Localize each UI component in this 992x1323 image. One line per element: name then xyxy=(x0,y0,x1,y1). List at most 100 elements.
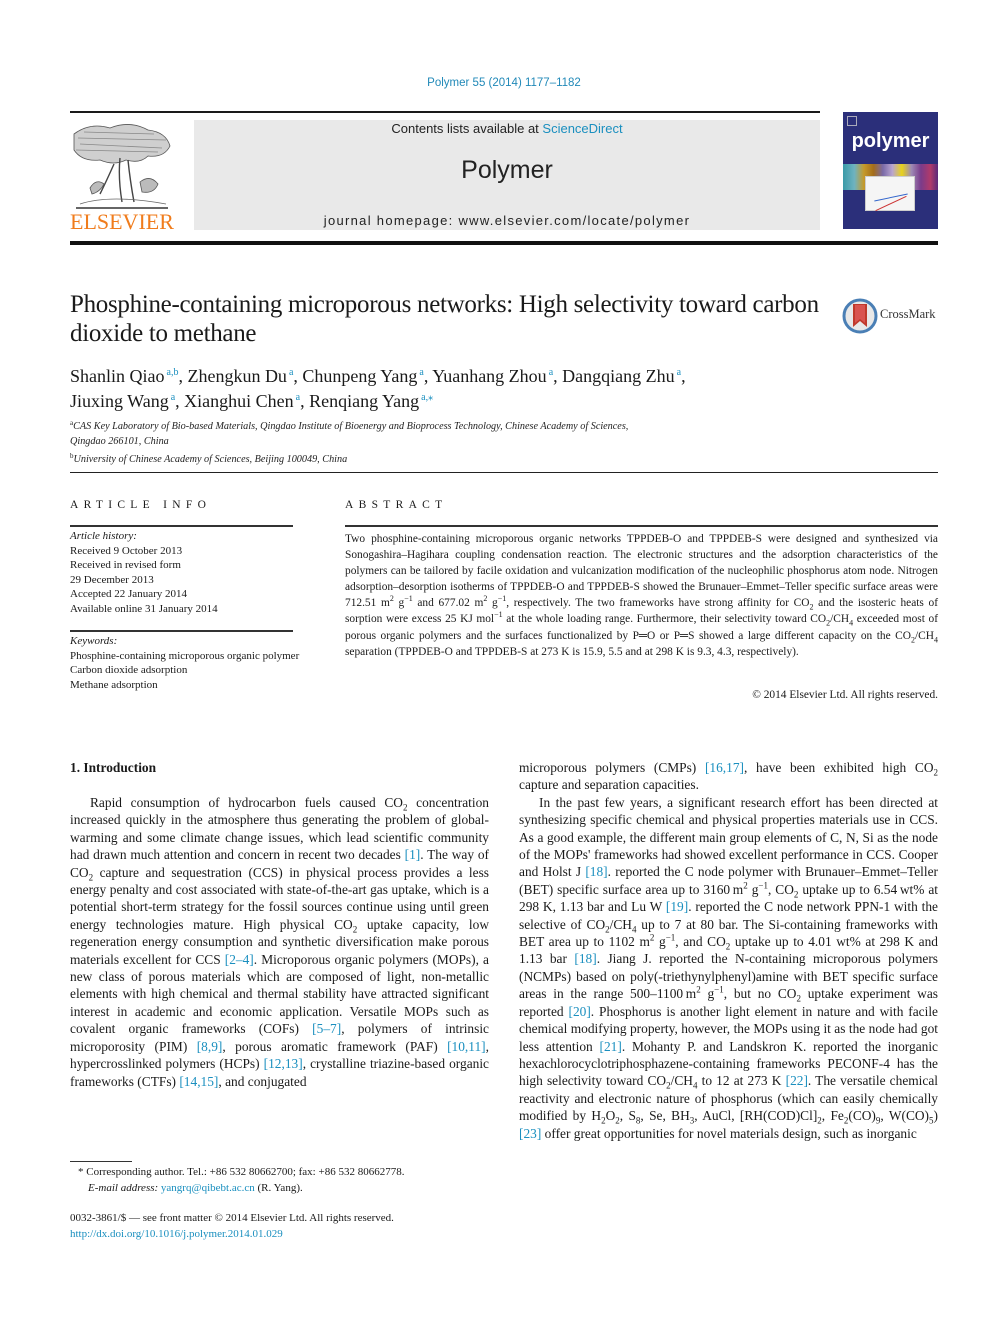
text-run: g xyxy=(654,934,666,950)
author-name[interactable]: Xianghui Chen xyxy=(184,391,294,411)
text-run: , and CO xyxy=(675,934,726,950)
author-name[interactable]: Jiuxing Wang xyxy=(70,391,169,411)
affiliation-text: University of Chinese Academy of Science… xyxy=(73,454,348,465)
affiliations: aCAS Key Laboratory of Bio-based Materia… xyxy=(70,416,890,468)
journal-homepage-link[interactable]: journal homepage: www.elsevier.com/locat… xyxy=(194,213,820,228)
affiliation: aCAS Key Laboratory of Bio-based Materia… xyxy=(70,416,890,435)
abstract-rule xyxy=(345,525,938,527)
keyword-item: Carbon dioxide adsorption xyxy=(70,664,188,676)
author-name[interactable]: Zhengkun Du xyxy=(187,366,286,386)
citation-link[interactable]: [5–7] xyxy=(312,1021,341,1036)
text-run: /CH xyxy=(830,613,850,626)
contents-prefix: Contents lists available at xyxy=(391,121,543,136)
text-run: to 12 at 273 K xyxy=(697,1073,786,1089)
author-affiliation-mark[interactable]: a,⁎ xyxy=(419,392,433,403)
citation-link[interactable]: [2–4] xyxy=(225,952,254,967)
citation-link[interactable]: [21] xyxy=(600,1039,622,1054)
contents-line: Contents lists available at ScienceDirec… xyxy=(194,121,820,136)
article-history: Article history: Received 9 October 2013… xyxy=(70,529,293,616)
affiliation-text: CAS Key Laboratory of Bio-based Material… xyxy=(73,421,629,432)
text-run: /CH xyxy=(609,916,632,932)
article-info-heading: ARTICLE INFO xyxy=(70,499,212,511)
author-affiliation-mark[interactable]: a,b xyxy=(165,367,179,378)
text-run: offer great opportunities for novel mate… xyxy=(541,1125,917,1141)
text-run: ) xyxy=(933,1108,938,1124)
author-name[interactable]: Yuanhang Zhou xyxy=(432,366,546,386)
journal-cover-thumbnail[interactable]: polymer xyxy=(843,112,938,229)
history-item: 29 December 2013 xyxy=(70,573,154,586)
citation-link[interactable]: [19] xyxy=(666,899,688,914)
body-column-left: Rapid consumption of hydrocarbon fuels c… xyxy=(70,794,489,1090)
affiliation-text: Qingdao 266101, China xyxy=(70,435,169,447)
author-name[interactable]: Renqiang Yang xyxy=(309,391,419,411)
article-title: Phosphine-containing microporous network… xyxy=(70,291,819,347)
superscript: −1 xyxy=(665,932,676,943)
citation-link[interactable]: [16,17] xyxy=(705,760,744,775)
author-name[interactable]: Dangqiang Zhu xyxy=(562,366,674,386)
text-run: at the whole loading range. Furthermore,… xyxy=(502,613,827,626)
author-separator: , xyxy=(423,366,433,386)
elsevier-badge-icon xyxy=(847,116,857,126)
text-run: , AuCl, [RH(COD)Cl] xyxy=(694,1108,818,1124)
text-run: , porous aromatic framework (PAF) xyxy=(222,1038,448,1054)
superscript: −1 xyxy=(494,610,503,620)
section-heading-introduction: 1. Introduction xyxy=(70,760,157,775)
citation-link[interactable]: [18] xyxy=(585,864,607,879)
citation-link[interactable]: [8,9] xyxy=(197,1039,223,1054)
abstract-heading: ABSTRACT xyxy=(345,499,448,511)
citation-link[interactable]: [18] xyxy=(574,951,596,966)
text-run: , W(CO) xyxy=(880,1108,930,1124)
doi-link[interactable]: http://dx.doi.org/10.1016/j.polymer.2014… xyxy=(70,1228,283,1240)
citation-link[interactable]: [1] xyxy=(405,847,421,862)
sciencedirect-link[interactable]: ScienceDirect xyxy=(542,121,622,136)
paragraph: microporous polymers (CMPs) [16,17], hav… xyxy=(519,759,938,794)
text-run: , have been exhibited high CO xyxy=(744,760,934,775)
text-run: separation (TPPDEB-O and TPPDEB-S at 273… xyxy=(345,645,799,658)
superscript: −1 xyxy=(404,594,413,604)
footnote-rule xyxy=(70,1161,132,1162)
citation-link[interactable]: [20] xyxy=(568,1004,590,1019)
citation-link[interactable]: [23] xyxy=(519,1126,541,1141)
abstract-copyright: © 2014 Elsevier Ltd. All rights reserved… xyxy=(752,689,938,701)
paragraph: Rapid consumption of hydrocarbon fuels c… xyxy=(70,794,489,1090)
paragraph: In the past few years, a significant res… xyxy=(519,794,938,1142)
text-run: capture and separation capacities. xyxy=(519,777,699,793)
keywords-rule xyxy=(70,630,293,632)
history-item: Received 9 October 2013 xyxy=(70,544,183,557)
author-name[interactable]: Shanlin Qiao xyxy=(70,366,165,386)
text-run: , respectively. The two frameworks have … xyxy=(506,597,810,610)
email-link[interactable]: yangrq@qibebt.ac.cn xyxy=(161,1182,255,1194)
article-info-rule xyxy=(70,525,293,527)
text-run: O xyxy=(605,1108,616,1124)
subscript: 4 xyxy=(934,634,938,644)
subscript: 2 xyxy=(933,767,939,778)
text-run: (CO) xyxy=(848,1108,876,1124)
email-label: E-mail address: xyxy=(88,1182,159,1194)
affiliation: bUniversity of Chinese Academy of Scienc… xyxy=(70,449,890,468)
front-matter: 0032-3861/$ — see front matter © 2014 El… xyxy=(70,1211,490,1242)
text-run: , Fe xyxy=(821,1108,844,1124)
citation-link[interactable]: [12,13] xyxy=(264,1056,303,1071)
author-separator: , xyxy=(175,391,185,411)
keyword-item: Phosphine-containing microporous organic… xyxy=(70,649,300,662)
text-run: , S xyxy=(619,1108,636,1124)
author-separator: , xyxy=(681,366,686,386)
citation-link[interactable]: [22] xyxy=(786,1073,808,1088)
text-run: , and conjugated xyxy=(218,1073,307,1089)
author-name[interactable]: Chunpeng Yang xyxy=(302,366,417,386)
superscript: −1 xyxy=(497,594,507,604)
crossmark-icon xyxy=(842,298,878,334)
text-run: g xyxy=(747,881,759,897)
superscript: −1 xyxy=(758,880,768,891)
author-separator: , xyxy=(300,391,310,411)
text-run: /CH xyxy=(670,1073,693,1089)
text-run: microporous polymers (CMPs) xyxy=(519,760,705,775)
corresponding-author-footnote: * Corresponding author. Tel.: +86 532 80… xyxy=(78,1164,498,1196)
journal-reference-link[interactable]: Polymer 55 (2014) 1177–1182 xyxy=(0,77,992,89)
elsevier-wordmark: ELSEVIER xyxy=(70,209,174,234)
citation-link[interactable]: [10,11] xyxy=(447,1039,486,1054)
email-suffix: (R. Yang). xyxy=(254,1182,303,1194)
crossmark-button[interactable]: CrossMark xyxy=(842,297,942,335)
abstract-text: Two phosphine-containing microporous org… xyxy=(345,531,938,660)
citation-link[interactable]: [14,15] xyxy=(179,1074,218,1089)
